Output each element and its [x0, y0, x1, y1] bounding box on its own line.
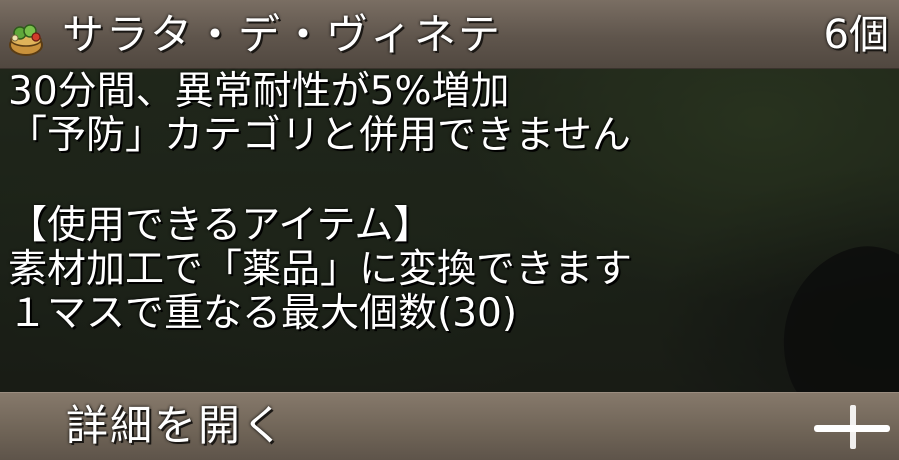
salad-bowl-icon	[9, 24, 43, 56]
description-line-blank	[8, 158, 888, 204]
item-name: サラタ・デ・ヴィネテ	[62, 10, 503, 59]
item-tooltip: サラタ・デ・ヴィネテ 6個 30分間、異常耐性が5%増加 「予防」カテゴリと併用…	[0, 0, 899, 460]
item-title-bar: サラタ・デ・ヴィネテ 6個	[0, 0, 899, 69]
description-line-conversion: 素材加工で「薬品」に変換できます	[8, 247, 633, 292]
description-line-usable-header: 【使用できるアイテム】	[8, 203, 433, 248]
open-details-label: 詳細を開く	[66, 401, 287, 450]
description-line-stack-size: １マスで重なる最大個数(30)	[8, 291, 518, 336]
description-line-restriction: 「予防」カテゴリと併用できません	[8, 113, 631, 158]
open-details-button[interactable]: 詳細を開く	[0, 392, 899, 460]
item-description: 30分間、異常耐性が5%増加 「予防」カテゴリと併用できません 【使用できるアイ…	[8, 70, 888, 336]
description-line-effect: 30分間、異常耐性が5%増加	[8, 69, 510, 114]
plus-icon[interactable]	[812, 401, 892, 455]
item-count: 6個	[823, 12, 889, 58]
